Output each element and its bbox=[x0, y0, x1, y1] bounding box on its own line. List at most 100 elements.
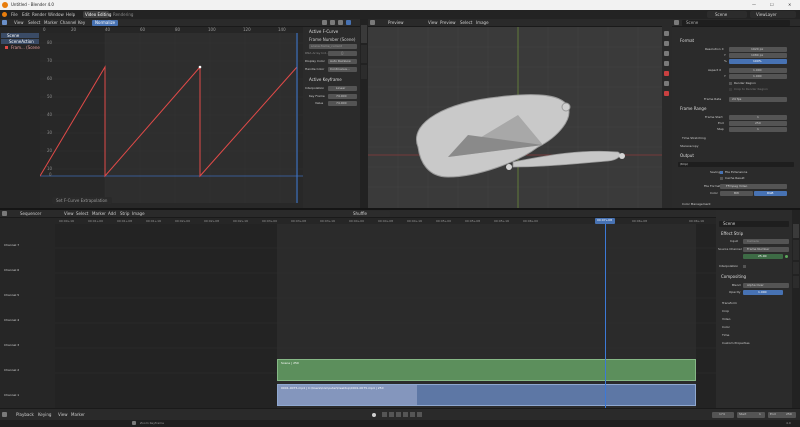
shuffle-select[interactable]: Shuffle bbox=[350, 211, 390, 217]
render-region-checkbox[interactable] bbox=[729, 82, 732, 85]
tab-strip-modifiers[interactable] bbox=[793, 240, 799, 260]
scene-strip[interactable]: Scene | 250 bbox=[277, 359, 696, 381]
graph-menu-view[interactable]: View bbox=[14, 21, 24, 25]
blender-menu-icon[interactable] bbox=[2, 12, 7, 17]
active-keyframe-heading[interactable]: Active Keyframe bbox=[309, 78, 342, 82]
graph-area[interactable]: 0 20 40 60 80 100 120 140 80 70 60 50 40… bbox=[40, 27, 303, 208]
maximize-button[interactable]: ☐ bbox=[770, 3, 774, 7]
menu-render[interactable]: Render bbox=[32, 13, 46, 17]
source-select[interactable]: Frame Number bbox=[743, 247, 789, 252]
rna-path-field[interactable]: scene.frame_current bbox=[309, 44, 357, 49]
output-tab-icon[interactable] bbox=[664, 41, 669, 46]
color-bw-button[interactable]: BW bbox=[720, 191, 753, 196]
output-path-field[interactable]: /tmp\ bbox=[678, 162, 794, 167]
section-time[interactable]: Time bbox=[722, 334, 729, 337]
timeline-marker[interactable]: Marker bbox=[71, 413, 85, 417]
view-layer-selector[interactable]: ViewLayer bbox=[750, 11, 796, 18]
operator-panel[interactable]: Set F-Curve Extrapolation bbox=[52, 197, 112, 204]
active-fcurve-heading[interactable]: Active F-Curve bbox=[309, 30, 338, 34]
section-custom-properties[interactable]: Custom Properties bbox=[722, 342, 750, 345]
output-heading[interactable]: Output bbox=[680, 154, 694, 158]
close-button[interactable]: ✕ bbox=[788, 3, 791, 7]
tab-modifiers[interactable] bbox=[361, 45, 367, 63]
jump-end-icon[interactable] bbox=[417, 412, 422, 417]
scene-selector[interactable]: Scene bbox=[707, 11, 747, 18]
next-key-icon[interactable] bbox=[410, 412, 415, 417]
properties-search[interactable]: Scene bbox=[682, 20, 790, 26]
sequencer-mode[interactable]: Sequencer bbox=[20, 212, 41, 216]
preview-mode[interactable]: Preview bbox=[388, 21, 404, 25]
movie-strip[interactable]: 0001-0075.mp4 | C:\Users\Computer\Deskto… bbox=[277, 384, 696, 406]
timeline-playback[interactable]: Playback bbox=[16, 413, 34, 417]
tab-fcurve[interactable] bbox=[361, 25, 367, 43]
workspace-tab-rendering[interactable]: Rendering bbox=[113, 13, 133, 17]
seq-menu-strip[interactable]: Strip bbox=[120, 212, 129, 216]
menu-window[interactable]: Window bbox=[48, 13, 64, 17]
frame-start-field[interactable]: 1 bbox=[729, 115, 787, 120]
preview-menu-image[interactable]: Image bbox=[476, 21, 489, 25]
timeline-editor-icon[interactable] bbox=[2, 412, 7, 417]
render-tab-icon[interactable] bbox=[664, 31, 669, 36]
graph-menu-key[interactable]: Key bbox=[78, 21, 85, 25]
timeline-keying[interactable]: Keying bbox=[38, 413, 51, 417]
display-color-select[interactable]: Auto Rainbow bbox=[328, 59, 357, 64]
editor-type-icon[interactable] bbox=[2, 20, 7, 25]
end-frame-field[interactable]: End 250 bbox=[768, 412, 796, 418]
texture-tab-icon[interactable] bbox=[664, 91, 669, 96]
play-reverse-icon[interactable] bbox=[396, 412, 401, 417]
pivot-icon[interactable] bbox=[338, 20, 343, 25]
cache-checkbox[interactable] bbox=[720, 177, 723, 180]
crop-checkbox[interactable] bbox=[729, 88, 732, 91]
array-index-field[interactable]: 0 bbox=[328, 51, 357, 56]
seq-menu-view[interactable]: View bbox=[64, 212, 74, 216]
handle-color-select[interactable]: Continuous... bbox=[328, 67, 357, 72]
preview-menu-preview[interactable]: Preview bbox=[440, 21, 456, 25]
sequencer-editor-icon[interactable] bbox=[2, 211, 7, 216]
opacity-field[interactable]: 1.000 bbox=[743, 290, 783, 295]
minimize-button[interactable]: — bbox=[752, 3, 756, 7]
format-heading[interactable]: Format bbox=[680, 39, 694, 43]
graph-menu-marker[interactable]: Marker bbox=[44, 21, 58, 25]
filter-icon[interactable] bbox=[330, 20, 335, 25]
seq-menu-image[interactable]: Image bbox=[132, 212, 145, 216]
section-transform[interactable]: Transform bbox=[722, 302, 737, 305]
effect-strip-heading[interactable]: Effect Strip bbox=[721, 232, 743, 236]
graph-menu-channel[interactable]: Channel bbox=[60, 21, 76, 25]
frame-range-heading[interactable]: Frame Range bbox=[680, 107, 706, 111]
timeline-view[interactable]: View bbox=[58, 413, 68, 417]
color-rgb-button[interactable]: RGB bbox=[754, 191, 787, 196]
playhead[interactable] bbox=[605, 218, 606, 408]
snap-icon[interactable] bbox=[346, 20, 351, 25]
scene-tab-icon[interactable] bbox=[664, 61, 669, 66]
frame-rate-select[interactable]: 24 fps bbox=[729, 97, 787, 102]
record-icon[interactable] bbox=[372, 413, 376, 417]
sequencer-timeline[interactable]: 00:00+16 00:01+00 00:01+08 00:01+16 00:0… bbox=[55, 218, 716, 408]
graph-menu-select[interactable]: Select bbox=[28, 21, 40, 25]
channel-scene-action[interactable]: SceneAction bbox=[1, 39, 39, 44]
preview-menu-select[interactable]: Select bbox=[460, 21, 472, 25]
frame-end-field[interactable]: 250 bbox=[729, 121, 787, 126]
tab-tool[interactable] bbox=[793, 262, 799, 274]
tab-seq-view[interactable] bbox=[793, 276, 799, 288]
blend-select[interactable]: Alpha Over bbox=[743, 283, 789, 288]
color-management-heading[interactable]: Color Management bbox=[682, 203, 711, 206]
workspace-tab-video-editing[interactable]: Video Editing bbox=[83, 11, 111, 18]
percent-field[interactable]: 100% bbox=[729, 59, 787, 64]
resolution-y-field[interactable]: 1080 px bbox=[729, 53, 787, 58]
value-field[interactable]: 74.000 bbox=[328, 101, 357, 106]
world-tab-icon[interactable] bbox=[664, 71, 669, 76]
aspect-y-field[interactable]: 1.000 bbox=[729, 74, 787, 79]
channel-scene[interactable]: Scene bbox=[1, 33, 39, 38]
aspect-x-field[interactable]: 1.000 bbox=[729, 68, 787, 73]
section-color[interactable]: Color bbox=[722, 326, 730, 329]
menu-help[interactable]: Help bbox=[66, 13, 75, 17]
source-value-field[interactable]: 25.00 bbox=[743, 254, 783, 259]
resolution-x-field[interactable]: 1920 px bbox=[729, 47, 787, 52]
preview-editor-icon[interactable] bbox=[370, 20, 375, 25]
section-video[interactable]: Video bbox=[722, 318, 730, 321]
tab-strip[interactable] bbox=[793, 224, 799, 238]
preview-area[interactable] bbox=[368, 27, 662, 208]
input-field[interactable]: Camera bbox=[743, 239, 789, 244]
prev-key-icon[interactable] bbox=[389, 412, 394, 417]
time-stretching-heading[interactable]: Time Stretching bbox=[682, 137, 706, 140]
